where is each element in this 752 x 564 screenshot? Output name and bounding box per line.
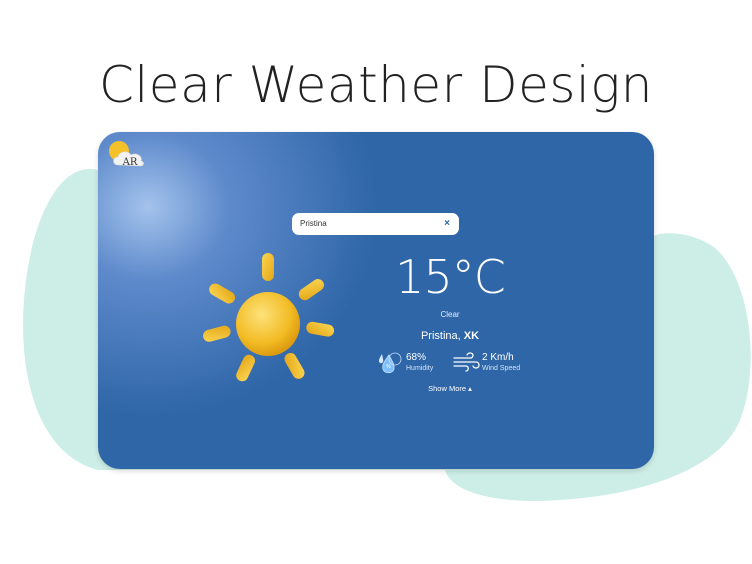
- search-input[interactable]: [292, 213, 459, 235]
- weather-condition: Clear: [440, 310, 460, 319]
- temperature: 15°C: [395, 250, 506, 304]
- wind-value: 2 Km/h: [482, 352, 514, 363]
- cloud-sun-logo-icon: AR: [109, 141, 144, 168]
- humidity-drop-icon: %: [378, 352, 402, 374]
- weather-card: AR × 15°C Clear Pristina,: [98, 132, 654, 469]
- country-code: XK: [463, 330, 480, 342]
- sun-disc: [236, 292, 300, 356]
- svg-text:%: %: [386, 364, 391, 370]
- city: Pristina,: [420, 330, 461, 342]
- show-more-button[interactable]: Show More ▴: [398, 384, 502, 393]
- wind-label: Wind Speed: [482, 365, 521, 372]
- sun-icon: [203, 253, 335, 382]
- wind-icon: [453, 352, 480, 372]
- page-title: Clear Weather Design: [99, 56, 653, 114]
- logo-text: AR: [122, 157, 138, 168]
- location: Pristina, XK: [368, 330, 532, 342]
- close-icon[interactable]: ×: [441, 218, 453, 230]
